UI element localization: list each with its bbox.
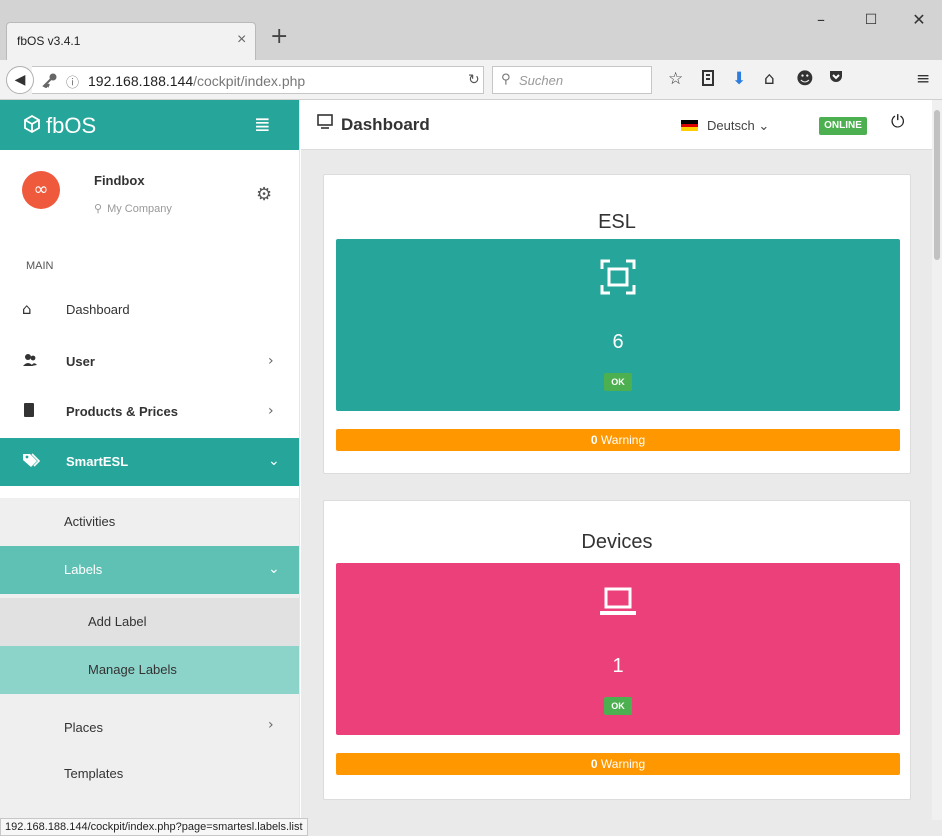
esl-warning-bar[interactable]: 0 Warning [336,429,900,451]
url-text[interactable]: 192.168.188.144/cockpit/index.php [88,73,305,89]
sidebar-subitem-label: Activities [64,514,116,529]
sidebar-toggle-icon[interactable]: ≣ [254,112,271,136]
power-icon[interactable]: ⏻ [891,112,904,132]
sidebar: fbOS ≣ ∞ Findbox ⚲ My Company ⚙ MAIN ⌂ Da… [0,100,300,820]
esl-card: ESL 6 OK 0 Warning [323,174,911,474]
sidebar-subitem-labels[interactable]: Labels ⌄ [0,546,299,594]
ok-badge: OK [604,373,632,391]
browser-titlebar: fbOS v3.4.1 × + – ☐ ✕ [0,0,942,60]
search-placeholder: Suchen [519,73,564,88]
map-pin-icon: ⚲ [94,202,103,215]
sidebar-item-label: Products & Prices [66,404,178,419]
german-flag-icon [681,120,698,131]
chevron-right-icon: › [268,403,274,419]
status-badge: ONLINE [819,117,867,135]
browser-tab[interactable]: fbOS v3.4.1 × [6,22,256,60]
settings-gear-icon[interactable]: ⚙ [256,184,272,205]
esl-stat-box[interactable]: 6 OK [336,239,900,411]
info-icon[interactable]: ⓘ [66,72,79,91]
search-icon: ⚲ [501,72,511,87]
main-content: Dashboard Deutsch ⌄ ONLINE ⏻ ESL 6 OK 0 … [301,100,932,820]
link-status-bar: 192.168.188.144/cockpit/index.php?page=s… [0,818,308,836]
avatar[interactable]: ∞ [22,171,60,209]
chat-icon[interactable]: ☻ [796,69,814,89]
laptop-icon [598,581,638,621]
download-icon[interactable]: ⬇ [732,69,746,89]
url-bar[interactable]: ⓘ 192.168.188.144/cockpit/index.php ↻ [32,66,484,94]
pocket-icon[interactable] [828,69,844,90]
users-icon [22,352,38,372]
brand-name: fbOS [46,113,97,138]
chevron-down-icon: ⌄ [268,561,280,577]
home-icon[interactable]: ⌂ [764,69,775,89]
card-title: ESL [598,211,636,233]
sidebar-subitem-places[interactable]: Places › [0,704,299,752]
top-header: Dashboard Deutsch ⌄ ONLINE ⏻ [301,100,932,150]
sidebar-subitem-label: Labels [64,562,103,577]
esl-count: 6 [612,331,624,353]
sidebar-item-smartesl[interactable]: SmartESL ⌄ [0,438,299,486]
chevron-right-icon: › [268,717,274,733]
sidebar-item-products[interactable]: Products & Prices › [0,390,299,434]
sidebar-item-user[interactable]: User › [0,340,299,384]
page-title: Dashboard [341,115,430,134]
language-selector[interactable]: Deutsch ⌄ [707,118,769,134]
devices-warning-bar[interactable]: 0 Warning [336,753,900,775]
new-tab-button[interactable]: + [270,24,288,49]
hamburger-menu-icon[interactable]: ≡ [916,69,930,89]
window-close-button[interactable]: ✕ [896,6,942,34]
back-button[interactable]: ◀ [6,66,34,94]
chevron-right-icon: › [268,353,274,369]
tab-title: fbOS v3.4.1 [17,34,81,48]
scan-label-icon [598,257,638,297]
reading-list-icon[interactable] [700,69,716,92]
sidebar-subitem-add-label[interactable]: Add Label [0,598,299,646]
reload-icon[interactable]: ↻ [468,72,480,88]
profile-company: ⚲ My Company [94,202,172,215]
tab-close-icon[interactable]: × [237,31,246,49]
sidebar-subitem-label: Add Label [88,614,147,629]
cube-logo-icon [22,114,42,139]
sidebar-subitem-templates[interactable]: Templates [0,750,299,798]
chevron-down-icon: ⌄ [268,453,280,469]
card-title: Devices [581,531,653,553]
sidebar-subitem-label: Places [64,720,104,735]
scrollbar-thumb[interactable] [934,110,940,260]
home-icon: ⌂ [22,300,32,318]
monitor-icon [317,114,333,133]
profile-name: Findbox [94,173,145,188]
sidebar-item-label: SmartESL [66,454,129,469]
browser-navbar: ⓘ 192.168.188.144/cockpit/index.php ↻ ◀ … [0,60,942,100]
search-bar[interactable]: ⚲ Suchen [492,66,652,94]
sidebar-subitem-label: Manage Labels [88,662,177,677]
sidebar-subitem-label: Templates [64,766,124,781]
devices-card: Devices 1 OK 0 Warning [323,500,911,800]
book-icon [22,402,36,422]
tags-icon [22,452,42,472]
sidebar-subitem-activities[interactable]: Activities [0,498,299,546]
site-key-icon[interactable] [42,72,58,91]
bookmark-star-icon[interactable]: ☆ [668,69,683,89]
window-maximize-button[interactable]: ☐ [848,6,894,34]
sidebar-subitem-manage-labels[interactable]: Manage Labels [0,646,299,694]
sidebar-item-dashboard[interactable]: ⌂ Dashboard [0,288,299,332]
devices-count: 1 [612,655,624,677]
window-minimize-button[interactable]: – [798,6,844,34]
sidebar-item-label: User [66,354,95,369]
sidebar-item-label: Dashboard [66,302,130,317]
page-scrollbar[interactable] [932,100,942,820]
section-label-main: MAIN [26,260,54,272]
devices-stat-box[interactable]: 1 OK [336,563,900,735]
ok-badge: OK [604,697,632,715]
brand-bar: fbOS ≣ [0,100,299,150]
